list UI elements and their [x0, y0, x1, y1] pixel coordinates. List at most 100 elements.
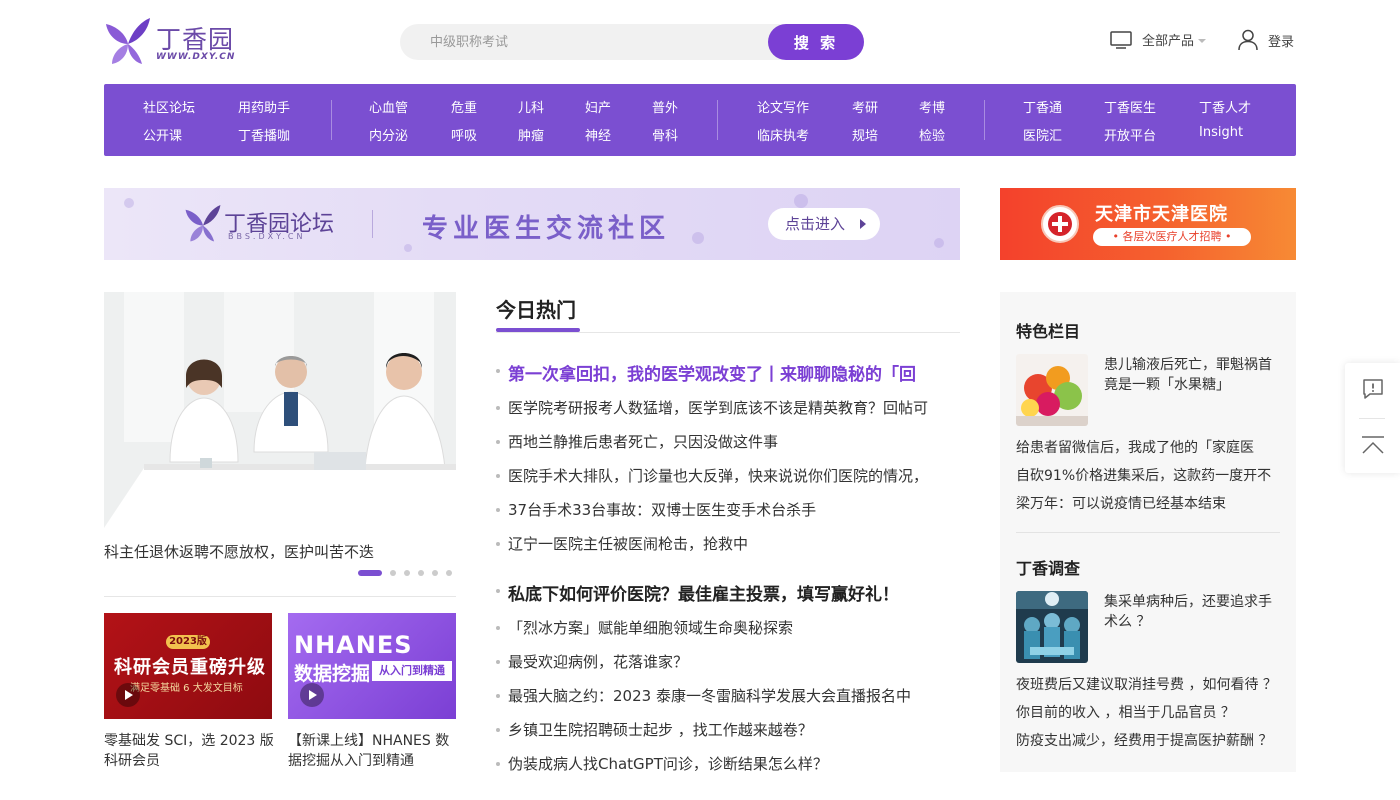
promo-badge: 2023版: [166, 635, 210, 649]
hospital-banner[interactable]: 天津市天津医院 • 各层次医疗人才招聘 •: [1000, 188, 1296, 260]
hospital-tagline: • 各层次医疗人才招聘 •: [1093, 228, 1251, 246]
carousel-dot[interactable]: [404, 570, 410, 576]
nav-item-podcast[interactable]: 丁香播咖: [238, 125, 290, 144]
sidebar: 特色栏目 患儿输液后死亡，罪魁祸首竟是一颗「水果糖」 给患者留微信后，我成了他的…: [1000, 292, 1296, 772]
seal-cross: [1052, 222, 1068, 226]
nav-item-open-platform[interactable]: 开放平台: [1104, 125, 1156, 144]
decor-dot: [934, 238, 944, 248]
decor-dot: [692, 232, 704, 244]
search-button[interactable]: 搜 索: [768, 24, 864, 60]
hot-list-item[interactable]: 37台手术33台事故：双博士医生变手术台杀手: [496, 499, 960, 520]
search-input[interactable]: [430, 24, 760, 60]
site-logo[interactable]: 丁香园 WWW.DXY.CN: [104, 18, 244, 66]
divider: [1016, 532, 1280, 533]
toolbar-divider: [1359, 418, 1385, 419]
survey-link[interactable]: 你目前的收入 ，相当于几品官员 ？: [1016, 702, 1280, 722]
promo-nhanes-course[interactable]: NHANES 数据挖掘 从入门到精通: [288, 613, 456, 719]
featured-link[interactable]: 给患者留微信后，我成了他的「家庭医: [1016, 437, 1280, 457]
feedback-icon[interactable]: [1361, 377, 1385, 401]
nav-item-endocrinology[interactable]: 内分泌: [369, 125, 408, 144]
hospital-seal-icon: [1041, 205, 1079, 243]
divider: [496, 332, 960, 333]
hot-list-item[interactable]: 「烈冰方案」赋能单细胞领域生命奥秘探索: [496, 617, 960, 638]
nav-item-dxy-tong[interactable]: 丁香通: [1023, 97, 1062, 116]
featured-link[interactable]: 自砍91%价格进集采后，这款药一度开不: [1016, 465, 1280, 485]
divider: [104, 596, 456, 597]
title-underline: [496, 328, 580, 332]
hospital-name: 天津市天津医院: [1095, 204, 1228, 225]
hot-list-item[interactable]: 最强大脑之约：2023 泰康一冬雷脑科学发展大会直播报名中: [496, 685, 960, 706]
hot-list-item[interactable]: 乡镇卫生院招聘硕士起步 ，找工作越来越卷？: [496, 719, 960, 740]
nav-item-cardiology[interactable]: 心血管: [369, 97, 408, 116]
doctors-meeting-illustration: [104, 292, 456, 528]
nav-item-critical[interactable]: 危重: [451, 97, 477, 116]
play-icon[interactable]: [300, 683, 324, 707]
nav-item-license-exam[interactable]: 临床执考: [757, 125, 809, 144]
promo-caption[interactable]: 零基础发 SCI，选 2023 版科研会员: [104, 731, 274, 771]
nav-item-respiratory[interactable]: 呼吸: [451, 125, 477, 144]
login-link[interactable]: 登录: [1238, 29, 1294, 51]
nav-item-drug-assistant[interactable]: 用药助手: [238, 97, 290, 116]
carousel-dot[interactable]: [432, 570, 438, 576]
nav-item-residency[interactable]: 规培: [852, 125, 878, 144]
hot-list-item[interactable]: 最受欢迎病例，花落谁家？: [496, 651, 960, 672]
hero-caption[interactable]: 科主任退休返聘不愿放权，医护叫苦不迭: [104, 541, 374, 562]
chevron-down-icon: [1198, 38, 1207, 43]
featured-link[interactable]: 梁万年：可以说疫情已经基本结束: [1016, 493, 1280, 513]
promo-subline: 满足零基础 6 大发文目标: [130, 683, 243, 694]
all-products-menu[interactable]: 全部产品: [1110, 30, 1207, 49]
hot-list-item[interactable]: 伪装成病人找ChatGPT问诊，诊断结果怎么样？: [496, 753, 960, 774]
hero-image[interactable]: [104, 292, 456, 528]
hot-list-item[interactable]: 西地兰静推后患者死亡，只因没做这件事: [496, 431, 960, 452]
hot-list-item[interactable]: 医学院考研报考人数猛增，医学到底该不该是精英教育？回帖可: [496, 397, 960, 418]
carousel-dot[interactable]: [446, 570, 452, 576]
nav-item-paper-writing[interactable]: 论文写作: [757, 97, 809, 116]
all-products-label: 全部产品: [1142, 34, 1195, 49]
decor-dot: [794, 194, 808, 208]
hot-list-item[interactable]: 辽宁一医院主任被医闹枪击，抢救中: [496, 533, 960, 554]
logo-url: WWW.DXY.CN: [156, 52, 236, 62]
promo-headline: NHANES: [294, 631, 413, 659]
nav-item-phd-exam[interactable]: 考博: [919, 97, 945, 116]
nav-item-pediatrics[interactable]: 儿科: [518, 97, 544, 116]
nav-item-postgrad-exam[interactable]: 考研: [852, 97, 878, 116]
survey-thumb-title[interactable]: 集采单病种后，还要追求手术么 ？: [1104, 592, 1280, 632]
nav-divider: [717, 100, 718, 140]
nav-item-general-surgery[interactable]: 普外: [652, 97, 678, 116]
logo-name: 丁香园: [156, 25, 235, 54]
survey-thumbnail[interactable]: [1016, 591, 1088, 663]
nav-item-open-course[interactable]: 公开课: [143, 125, 182, 144]
forum-enter-button[interactable]: 点击进入: [768, 208, 880, 240]
nav-item-dxy-talent[interactable]: 丁香人才: [1199, 97, 1251, 116]
section-title-hot: 今日热门: [496, 298, 576, 322]
nav-item-insight[interactable]: Insight: [1199, 125, 1243, 140]
nav-item-hospital-hub[interactable]: 医院汇: [1023, 125, 1062, 144]
nav-item-obgyn[interactable]: 妇产: [585, 97, 611, 116]
hot-headline[interactable]: 第一次拿回扣，我的医学观改变了丨来聊聊隐秘的「回: [496, 360, 960, 385]
survey-link[interactable]: 防疫支出减少，经费用于提高医护薪酬 ？: [1016, 730, 1280, 750]
promo-caption[interactable]: 【新课上线】NHANES 数据挖掘从入门到精通: [288, 731, 458, 771]
lilac-flower-icon: [106, 18, 150, 64]
featured-thumb-title[interactable]: 患儿输液后死亡，罪魁祸首竟是一颗「水果糖」: [1104, 355, 1280, 395]
play-icon[interactable]: [116, 683, 140, 707]
forum-lilac-icon: [185, 205, 221, 242]
forum-banner[interactable]: 丁香园论坛 BBS.DXY.CN 专业医生交流社区 点击进入: [104, 188, 960, 260]
search-box: 搜 索: [400, 24, 864, 60]
section-title-featured: 特色栏目: [1016, 322, 1081, 341]
promo-research-membership[interactable]: 2023版 科研会员重磅升级 满足零基础 6 大发文目标: [104, 613, 272, 719]
carousel-dot[interactable]: [418, 570, 424, 576]
hot-list-item[interactable]: 医院手术大排队，门诊量也大反弹，快来说说你们医院的情况，: [496, 465, 960, 486]
carousel-dot-active[interactable]: [358, 570, 382, 576]
carousel-dot[interactable]: [390, 570, 396, 576]
decor-dot: [124, 198, 134, 208]
nav-item-oncology[interactable]: 肿瘤: [518, 125, 544, 144]
nav-item-orthopedics[interactable]: 骨科: [652, 125, 678, 144]
back-to-top-icon[interactable]: [1361, 435, 1385, 457]
survey-link[interactable]: 夜班费后又建议取消挂号费 ，如何看待 ？: [1016, 674, 1280, 694]
nav-item-forum[interactable]: 社区论坛: [143, 97, 195, 116]
nav-item-laboratory[interactable]: 检验: [919, 125, 945, 144]
featured-thumbnail[interactable]: [1016, 354, 1088, 426]
nav-item-neurology[interactable]: 神经: [585, 125, 611, 144]
nav-item-dxy-doctor[interactable]: 丁香医生: [1104, 97, 1156, 116]
hot-headline[interactable]: 私底下如何评价医院？最佳雇主投票，填写赢好礼！: [496, 580, 960, 605]
